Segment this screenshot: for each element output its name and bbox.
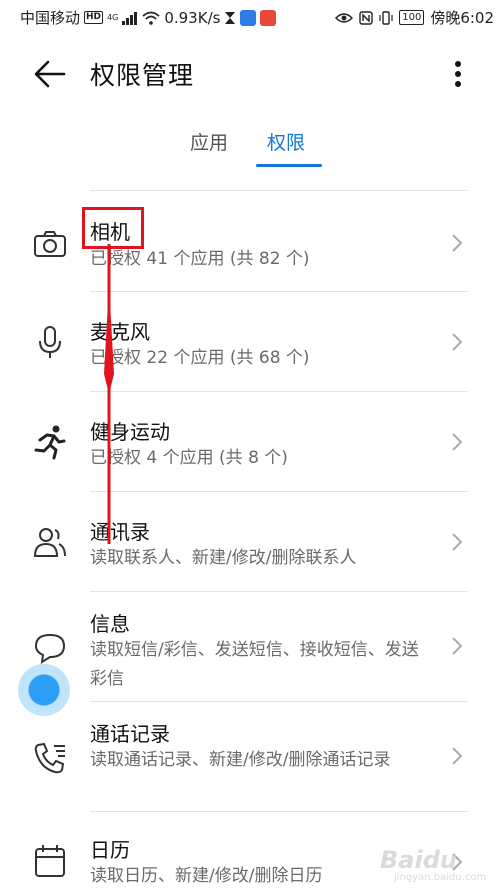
- calendar-icon: [35, 845, 65, 877]
- permission-title: 麦克风: [90, 320, 150, 344]
- floating-navigation-button[interactable]: [18, 664, 70, 716]
- permission-title: 健身运动: [90, 420, 170, 444]
- chevron-right-icon: [452, 433, 463, 451]
- permission-row-messages[interactable]: 信息 读取短信/彩信、发送短信、接收短信、发送彩信: [0, 592, 500, 701]
- network-speed: 0.93K/s: [164, 8, 221, 27]
- permission-subtitle: 读取短信/彩信、发送短信、接收短信、发送彩信: [90, 640, 419, 689]
- watermark-logo: Baidu: [380, 846, 457, 874]
- status-bar: 中国移动 HD 4G 0.93K/s 100 傍晚6:02: [0, 0, 500, 34]
- carrier-label: 中国移动: [20, 9, 81, 27]
- chevron-right-icon: [452, 533, 463, 551]
- microphone-icon: [39, 326, 61, 358]
- message-icon: [34, 633, 66, 664]
- tab-apps[interactable]: 应用: [190, 128, 228, 155]
- nfc-icon: [359, 10, 373, 25]
- more-options-button[interactable]: [446, 58, 470, 92]
- permission-subtitle: 读取联系人、新建/修改/删除联系人: [90, 548, 357, 568]
- highlight-box: [82, 207, 144, 249]
- chevron-right-icon: [452, 333, 463, 351]
- permission-row-camera[interactable]: 相机 已授权 41 个应用 (共 82 个): [0, 191, 500, 291]
- eye-icon: [335, 12, 354, 23]
- contacts-icon: [33, 528, 66, 557]
- chevron-right-icon: [452, 234, 463, 252]
- tab-indicator: [256, 164, 322, 167]
- running-icon: [34, 425, 66, 460]
- watermark-url: jingyan.baidu.com: [394, 872, 487, 883]
- hd-badge: HD: [84, 11, 104, 24]
- app-notification-icon-2: [260, 9, 277, 26]
- permission-row-contacts[interactable]: 通讯录 读取联系人、新建/修改/删除联系人: [0, 492, 500, 591]
- page-title: 权限管理: [90, 61, 195, 90]
- more-vertical-icon: [455, 61, 461, 87]
- permission-subtitle: 已授权 22 个应用 (共 68 个): [90, 348, 310, 368]
- wifi-icon: [142, 11, 160, 25]
- camera-icon: [34, 231, 66, 257]
- call-log-icon: [34, 742, 65, 774]
- back-button[interactable]: [30, 56, 70, 92]
- permission-row-fitness[interactable]: 健身运动 已授权 4 个应用 (共 8 个): [0, 392, 500, 491]
- vibrate-icon: [379, 10, 393, 25]
- status-right: 100 傍晚6:02: [335, 7, 494, 28]
- network-type: 4G: [107, 13, 119, 22]
- arrow-left-icon: [34, 60, 66, 88]
- permission-title: 通讯录: [90, 520, 150, 544]
- permission-title: 日历: [90, 838, 130, 862]
- app-bar: 权限管理: [0, 44, 500, 104]
- battery-level: 100: [399, 10, 425, 25]
- permission-subtitle: 已授权 41 个应用 (共 82 个): [90, 249, 310, 269]
- tab-bar: 应用 权限: [0, 128, 500, 168]
- permission-subtitle: 已授权 4 个应用 (共 8 个): [90, 448, 288, 468]
- permission-title: 信息: [90, 612, 130, 636]
- chevron-right-icon: [452, 747, 463, 765]
- permission-row-microphone[interactable]: 麦克风 已授权 22 个应用 (共 68 个): [0, 292, 500, 391]
- permission-row-call-log[interactable]: 通话记录 读取通话记录、新建/修改/删除通话记录: [0, 702, 500, 811]
- watermark: Baidu jingyan.baidu.com: [374, 836, 494, 886]
- signal-icon: [122, 11, 138, 25]
- app-notification-icon: [240, 9, 257, 26]
- hourglass-icon: [225, 11, 236, 24]
- tab-permissions[interactable]: 权限: [267, 128, 305, 155]
- permission-title: 通话记录: [90, 722, 170, 746]
- chevron-right-icon: [452, 637, 463, 655]
- permission-subtitle: 读取通话记录、新建/修改/删除通话记录: [90, 750, 391, 770]
- status-left: 中国移动 HD 4G 0.93K/s: [20, 7, 277, 28]
- status-time: 傍晚6:02: [430, 9, 494, 27]
